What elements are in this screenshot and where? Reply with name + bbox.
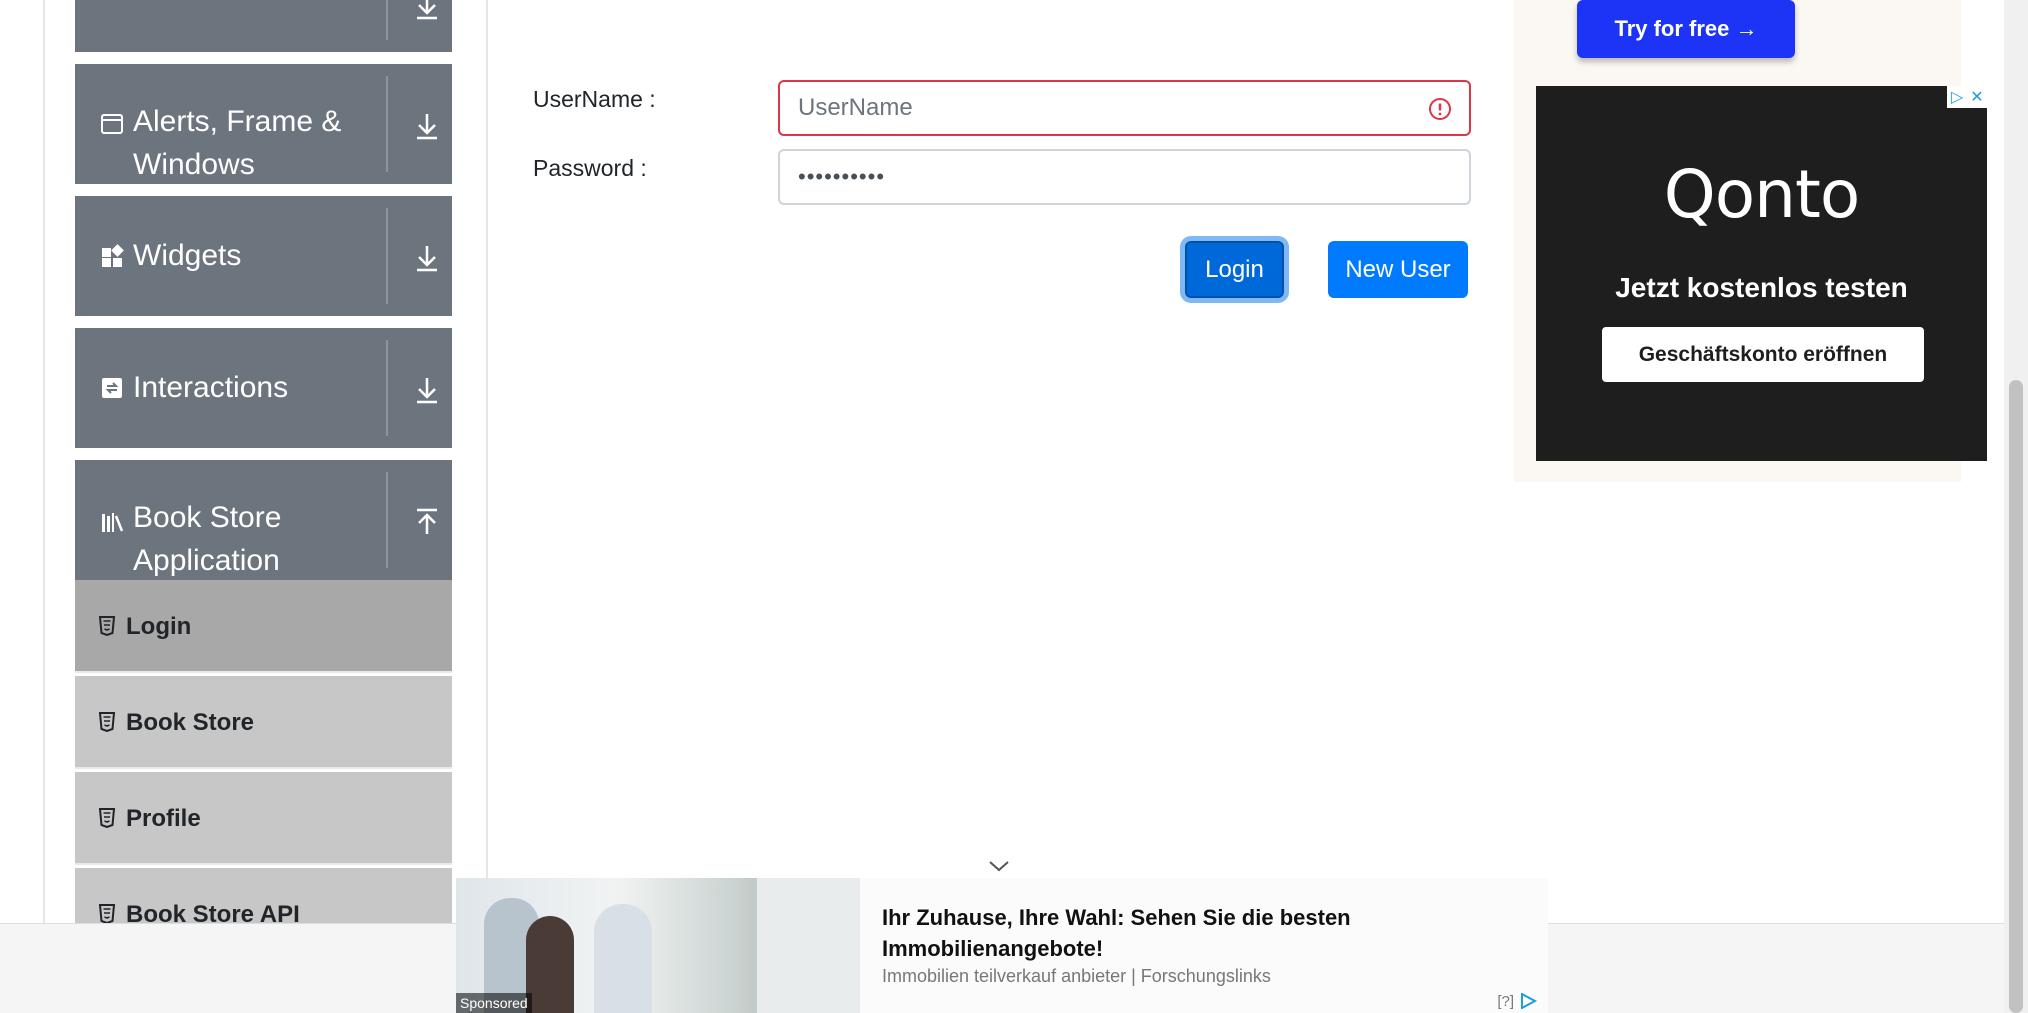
page-left-border xyxy=(43,0,45,923)
group-divider xyxy=(386,76,388,172)
ad-help-link[interactable]: [?] xyxy=(1497,993,1514,1010)
sidebar-group-interactions[interactable]: Interactions xyxy=(75,328,452,448)
arrow-down-icon xyxy=(417,246,437,272)
sidebar-group-label: Book Store Application xyxy=(133,501,282,577)
interactions-icon xyxy=(102,378,122,398)
html5-icon xyxy=(98,904,116,924)
try-for-free-button[interactable]: Try for free → xyxy=(1577,0,1795,58)
error-icon xyxy=(1429,98,1451,120)
qonto-cta-button[interactable]: Geschäftskonto eröffnen xyxy=(1602,327,1924,382)
books-icon xyxy=(102,513,124,532)
adchoices-icon[interactable] xyxy=(1520,993,1538,1009)
html5-icon xyxy=(98,616,116,636)
chevron-down-icon[interactable] xyxy=(987,858,1011,874)
arrow-down-icon xyxy=(417,0,437,20)
content-divider xyxy=(486,0,488,923)
sidebar-item-label: Profile xyxy=(126,805,201,832)
password-input[interactable]: •••••••••• xyxy=(778,149,1471,205)
sidebar-group-label: Alerts, Frame & Windows xyxy=(133,105,342,181)
group-divider xyxy=(386,340,388,436)
sidebar-group-widgets[interactable]: Widgets xyxy=(75,196,452,316)
sidebar-item-login[interactable]: Login xyxy=(75,580,452,673)
adchoices-icon[interactable]: ▷ xyxy=(1947,86,1967,108)
sidebar-group-label: Interactions xyxy=(133,371,289,404)
username-input[interactable]: UserName xyxy=(778,80,1471,136)
sidebar-item-label: Book Store xyxy=(126,709,255,736)
password-value: •••••••••• xyxy=(798,164,886,189)
username-placeholder: UserName xyxy=(798,94,913,121)
banner-title[interactable]: Ihr Zuhause, Ihre Wahl: Sehen Sie die be… xyxy=(882,902,1502,964)
window-icon xyxy=(101,114,123,134)
arrow-down-icon xyxy=(417,114,437,140)
banner-image: Sponsored xyxy=(456,878,860,1013)
scrollbar-thumb[interactable] xyxy=(2009,380,2023,1013)
qonto-ad[interactable]: ▷ ✕ Qonto Jetzt kostenlos testen Geschäf… xyxy=(1536,86,1987,461)
sidebar-group-bookstore[interactable]: Book Store Application xyxy=(75,460,452,580)
close-ad-icon[interactable]: ✕ xyxy=(1967,86,1987,108)
adchoices[interactable]: ▷ ✕ xyxy=(1947,86,1987,108)
sidebar-group-label: Widgets xyxy=(133,239,242,272)
new-user-button[interactable]: New User xyxy=(1328,241,1468,298)
html5-icon xyxy=(98,712,116,732)
html5-icon xyxy=(98,808,116,828)
arrow-down-icon xyxy=(417,378,437,404)
arrow-up-icon xyxy=(417,508,437,534)
sponsored-banner[interactable]: Sponsored Ihr Zuhause, Ihre Wahl: Sehen … xyxy=(456,878,1548,1013)
sidebar-item-book-store[interactable]: Book Store xyxy=(75,676,452,769)
qonto-logo: Qonto xyxy=(1663,156,1860,233)
widgets-icon xyxy=(102,244,124,267)
scrollbar[interactable] xyxy=(2004,0,2028,1013)
sidebar-item-label: Login xyxy=(126,613,192,640)
password-label: Password : xyxy=(533,155,647,181)
group-divider xyxy=(386,208,388,304)
group-divider xyxy=(386,472,388,568)
group-divider xyxy=(386,0,388,40)
sidebar-item-profile[interactable]: Profile xyxy=(75,772,452,865)
username-label: UserName : xyxy=(533,86,656,112)
login-button[interactable]: Login xyxy=(1185,241,1284,298)
sponsored-label: Sponsored xyxy=(456,993,532,1013)
sidebar-group-alerts[interactable]: Alerts, Frame & Windows xyxy=(75,64,452,184)
banner-subtitle[interactable]: Immobilien teilverkauf anbieter | Forsch… xyxy=(882,966,1271,987)
sidebar-group-forms[interactable] xyxy=(75,0,452,52)
qonto-tagline: Jetzt kostenlos testen xyxy=(1615,272,1908,303)
